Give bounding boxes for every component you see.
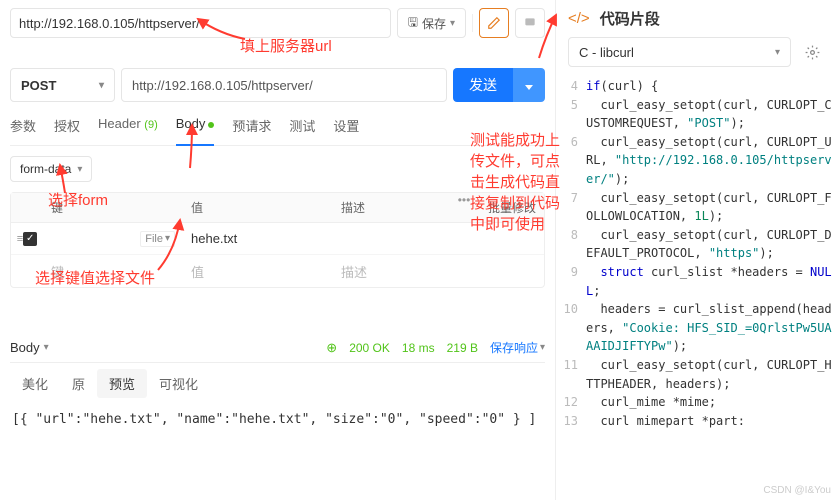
tab-auth[interactable]: 授权 — [54, 116, 80, 139]
request-tabs: 参数 授权 Header (9) Body 预请求 测试 设置 — [10, 116, 545, 146]
tab-header[interactable]: Header (9) — [98, 116, 158, 139]
chevron-down-icon: ▾ — [450, 18, 455, 29]
comment-icon[interactable] — [515, 8, 545, 38]
request-url-input[interactable] — [121, 68, 447, 102]
tab-visualize[interactable]: 可视化 — [147, 369, 210, 398]
response-size: 219 B — [447, 341, 478, 355]
response-content: [{ "url":"hehe.txt", "name":"hehe.txt", … — [10, 408, 545, 431]
network-icon: ⊕ — [326, 340, 337, 356]
snippet-title: 代码片段 — [600, 8, 660, 29]
send-button[interactable]: 发送 — [453, 68, 513, 102]
chevron-down-icon: ▾ — [77, 164, 82, 175]
response-body-select[interactable]: Body ▾ — [10, 340, 49, 355]
code-icon: </> — [568, 10, 590, 27]
table-row-empty[interactable]: 键 值 描述 — [11, 255, 544, 287]
chevron-down-icon: ▾ — [99, 80, 104, 91]
save-button[interactable]: 🖫 保存 ▾ — [397, 8, 466, 38]
method-select[interactable]: POST ▾ — [10, 68, 115, 102]
chevron-down-icon: ▾ — [775, 47, 780, 58]
tab-prerequest[interactable]: 预请求 — [232, 116, 271, 139]
bulk-edit-link[interactable]: 批量修改 — [484, 193, 544, 222]
send-options-button[interactable] — [513, 68, 545, 102]
status-code: 200 OK — [349, 341, 390, 355]
body-type-select[interactable]: form-data ▾ — [10, 156, 92, 182]
tab-raw[interactable]: 原 — [60, 369, 97, 398]
col-value-header: 值 — [183, 193, 333, 222]
save-response-button[interactable]: 保存响应 ▾ — [490, 339, 545, 356]
key-type-select[interactable]: File ▾ — [140, 231, 175, 247]
save-icon: 🖫 — [408, 13, 418, 34]
tab-pretty[interactable]: 美化 — [10, 369, 60, 398]
table-row[interactable]: ≡ ✓ File ▾ hehe.txt — [11, 223, 544, 255]
chevron-down-icon — [525, 85, 533, 90]
form-data-table: 键 值 描述 ••• 批量修改 ≡ ✓ File ▾ hehe.txt 键 值 … — [10, 192, 545, 288]
tab-body[interactable]: Body — [176, 116, 215, 139]
tab-tests[interactable]: 测试 — [289, 116, 315, 139]
col-desc-header: 描述 — [333, 193, 444, 222]
annotation: 填上服务器url — [240, 36, 332, 57]
value-cell[interactable]: hehe.txt — [183, 225, 333, 252]
language-select[interactable]: C - libcurl ▾ — [568, 37, 791, 67]
watermark: CSDN @I&You — [763, 485, 831, 496]
more-icon[interactable]: ••• — [444, 193, 484, 222]
response-view-tabs: 美化 原 预览 可视化 — [10, 369, 545, 398]
checkbox-icon[interactable]: ✓ — [23, 232, 37, 246]
tab-settings[interactable]: 设置 — [333, 116, 359, 139]
tab-params[interactable]: 参数 — [10, 116, 36, 139]
tab-preview[interactable]: 预览 — [97, 369, 147, 398]
response-time: 18 ms — [402, 341, 435, 355]
top-url-display[interactable]: http://192.168.0.105/httpserver/ — [10, 8, 391, 38]
edit-icon[interactable] — [479, 8, 509, 38]
code-snippet[interactable]: 4if(curl) {5 curl_easy_setopt(curl, CURL… — [556, 77, 839, 430]
col-key-header: 键 — [43, 193, 183, 222]
gear-icon[interactable] — [797, 37, 827, 67]
status-dot-icon — [208, 122, 214, 128]
